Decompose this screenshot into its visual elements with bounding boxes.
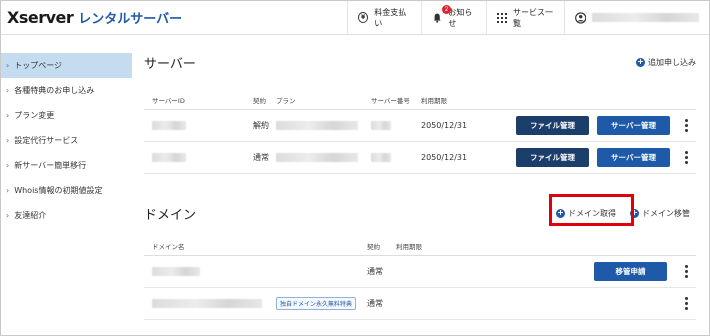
add-server-label: 追加申し込み (648, 57, 696, 67)
sidebar-item-label: プラン変更 (14, 111, 55, 120)
logo[interactable]: Xserver レンタルサーバー (7, 8, 182, 28)
more-options-icon[interactable] (685, 265, 688, 278)
domain-name-redacted (152, 299, 262, 308)
contract-status: 通常 (367, 299, 383, 308)
chevron-right-icon: › (6, 136, 10, 145)
more-options-icon[interactable] (685, 297, 688, 310)
col-expiry: 利用期限 (396, 242, 422, 251)
sidebar-item-label: 友達紹介 (14, 211, 47, 220)
col-plan: プラン (276, 96, 296, 105)
user-circle-icon (575, 11, 587, 24)
more-options-icon[interactable] (685, 151, 688, 164)
file-manager-button[interactable]: ファイル管理 (516, 116, 589, 135)
contract-status: 解約 (253, 121, 269, 130)
transfer-domain-label: ドメイン移管 (642, 208, 690, 218)
sidebar-item-label: 新サーバー簡単移行 (14, 161, 87, 170)
transfer-request-button[interactable]: 移管申請 (594, 262, 667, 281)
sidebar-item-top[interactable]: › トップページ (1, 53, 132, 78)
plan-redacted (276, 121, 358, 130)
sidebar-item-label: トップページ (14, 61, 63, 70)
server-table-header: サーバーID 契約 プラン サーバー番号 利用期限 (144, 90, 696, 110)
chevron-right-icon: › (6, 186, 10, 195)
nav-payment-label: 料金支払い (374, 7, 407, 28)
plan-redacted (276, 153, 358, 162)
sidebar: › トップページ › 各種特典のお申し込み › プラン変更 › 設定代行サービス › 新サ… (1, 53, 132, 228)
col-expiry: 利用期限 (421, 96, 447, 105)
col-contract: 契約 (253, 96, 266, 105)
main-content: サーバー + 追加申し込み サーバーID 契約 プラン サーバー番号 利用期限 … (144, 46, 696, 320)
grid-icon (497, 12, 507, 23)
plus-circle-icon: + (636, 57, 645, 67)
server-section: サーバー + 追加申し込み サーバーID 契約 プラン サーバー番号 利用期限 … (144, 46, 696, 174)
expiry-date: 2050/12/31 (421, 121, 468, 130)
chevron-right-icon: › (6, 86, 10, 95)
add-server-link[interactable]: + 追加申し込み (636, 57, 696, 68)
user-name-redacted (592, 13, 699, 22)
nav-payment[interactable]: ¥ 料金支払い (347, 1, 421, 34)
nav-services-label: サービス一覧 (513, 7, 553, 28)
table-row: 解約 2050/12/31 ファイル管理 サーバー管理 (144, 110, 696, 142)
header-nav: ¥ 料金支払い 2 お知らせ サービス一覧 (347, 1, 709, 34)
logo-xserver: Xserver (7, 8, 74, 27)
contract-status: 通常 (253, 153, 269, 162)
chevron-right-icon: › (6, 61, 10, 70)
chevron-right-icon: › (6, 111, 10, 120)
server-id-redacted (152, 153, 186, 162)
file-manager-button[interactable]: ファイル管理 (516, 148, 589, 167)
table-row: 独自ドメイン永久無料特典 通常 (144, 288, 696, 320)
expiry-date: 2050/12/31 (421, 153, 468, 162)
sidebar-item-benefits[interactable]: › 各種特典のお申し込み (1, 78, 132, 103)
col-server-id: サーバーID (152, 96, 185, 105)
notification-badge: 2 (442, 5, 451, 14)
sidebar-item-label: 各種特典のお申し込み (14, 86, 95, 95)
nav-services[interactable]: サービス一覧 (486, 1, 564, 34)
sidebar-item-plan-change[interactable]: › プラン変更 (1, 103, 132, 128)
contract-status: 通常 (367, 267, 383, 276)
chevron-right-icon: › (6, 161, 10, 170)
server-id-redacted (152, 121, 186, 130)
server-section-title: サーバー (144, 56, 196, 72)
nav-notifications-label: お知らせ (448, 7, 473, 28)
server-manager-button[interactable]: サーバー管理 (597, 148, 670, 167)
free-domain-badge: 独自ドメイン永久無料特典 (276, 297, 357, 310)
sidebar-item-label: 設定代行サービス (14, 136, 79, 145)
chevron-right-icon: › (6, 211, 10, 220)
highlight-box (549, 194, 634, 226)
col-domain-name: ドメイン名 (152, 242, 185, 251)
server-number-redacted (371, 153, 391, 162)
nav-user[interactable] (564, 1, 709, 34)
col-server-number: サーバー番号 (371, 96, 410, 105)
bell-icon (433, 13, 441, 23)
domain-name-redacted (152, 267, 200, 276)
table-row: 通常 移管申請 (144, 256, 696, 288)
sidebar-item-label: Whois情報の初期値設定 (14, 186, 103, 195)
transfer-domain-link[interactable]: + ドメイン移管 (630, 208, 690, 219)
table-row: 通常 2050/12/31 ファイル管理 サーバー管理 (144, 142, 696, 174)
sidebar-item-migration[interactable]: › 新サーバー簡単移行 (1, 153, 132, 178)
yen-circle-icon: ¥ (358, 12, 369, 23)
server-number-redacted (371, 121, 391, 130)
sidebar-item-setup-service[interactable]: › 設定代行サービス (1, 128, 132, 153)
sidebar-item-whois[interactable]: › Whois情報の初期値設定 (1, 178, 132, 203)
nav-notifications[interactable]: 2 お知らせ (421, 1, 486, 34)
col-contract: 契約 (367, 242, 380, 251)
domain-section-title: ドメイン (144, 207, 197, 223)
domain-table-header: ドメイン名 契約 利用期限 (144, 236, 696, 256)
server-manager-button[interactable]: サーバー管理 (597, 116, 670, 135)
server-section-header: サーバー + 追加申し込み (144, 46, 696, 78)
logo-service-name: レンタルサーバー (78, 12, 183, 27)
more-options-icon[interactable] (685, 119, 688, 132)
top-header: Xserver レンタルサーバー ¥ 料金支払い 2 お知らせ サービス一覧 (1, 1, 709, 35)
sidebar-item-referral[interactable]: › 友達紹介 (1, 203, 132, 228)
